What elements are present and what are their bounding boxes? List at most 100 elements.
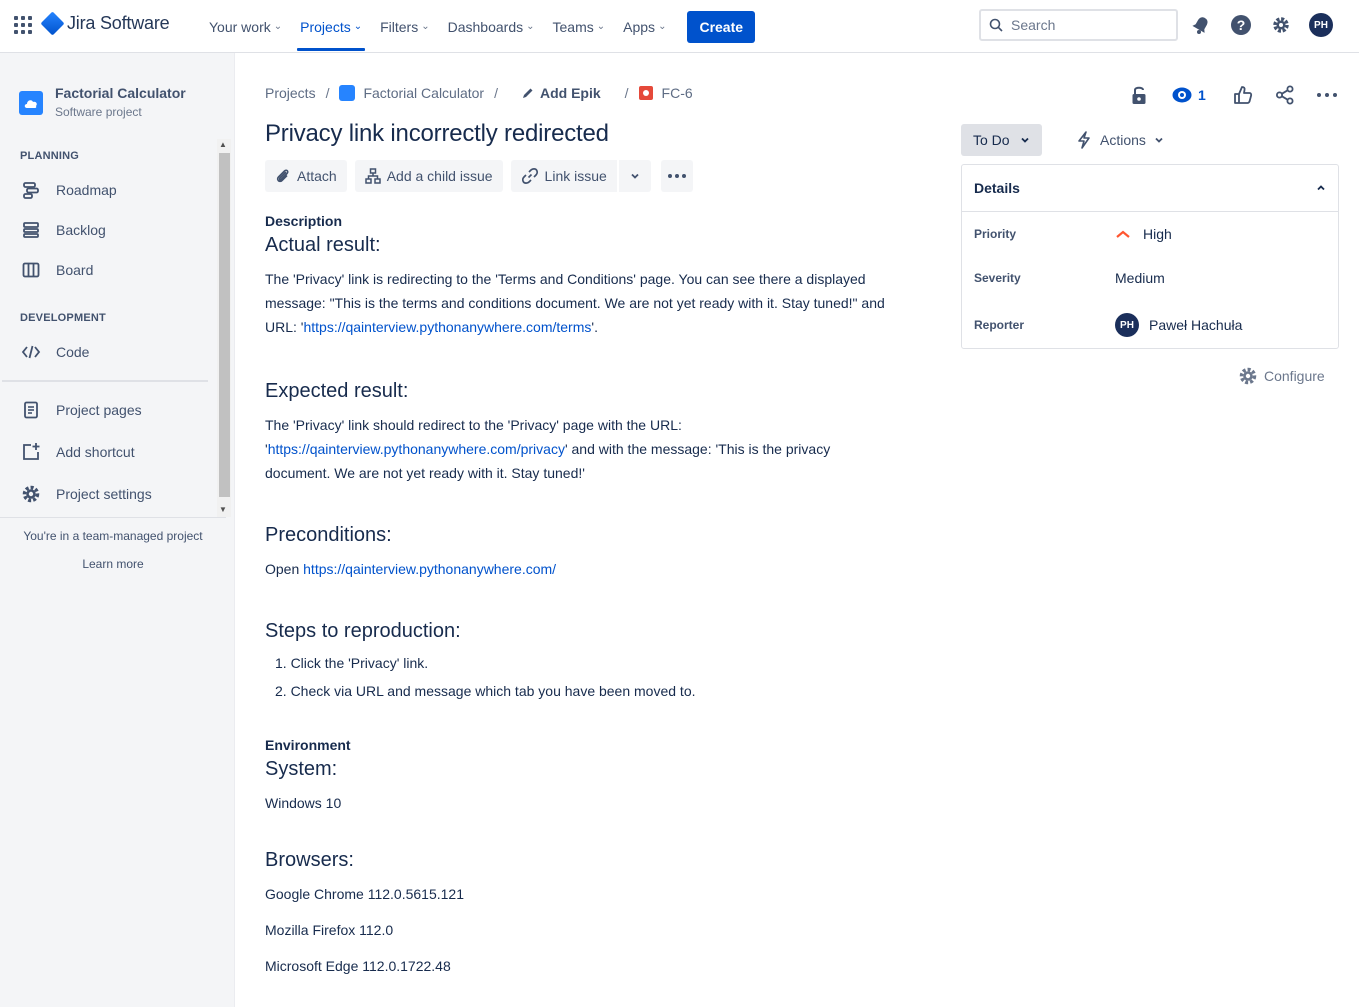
create-button[interactable]: Create: [687, 10, 756, 43]
description-label: Description: [265, 213, 343, 229]
profile-avatar[interactable]: PH: [1308, 12, 1334, 38]
sidebar-item-roadmap[interactable]: Roadmap: [20, 176, 117, 204]
sidebar-item-add-shortcut[interactable]: Add shortcut: [20, 438, 135, 466]
nav-label: Filters: [380, 18, 419, 35]
sidebar-item-label: Project pages: [56, 402, 142, 418]
sidebar-item-code[interactable]: Code: [20, 338, 89, 366]
add-child-issue-button[interactable]: Add a child issue: [354, 160, 503, 192]
add-child-label: Add a child issue: [386, 168, 493, 184]
sidebar-item-project-settings[interactable]: Project settings: [20, 480, 152, 508]
scroll-up-arrow-icon[interactable]: ▲: [219, 140, 227, 149]
configure-button[interactable]: Configure: [1238, 366, 1325, 386]
steps-heading: Steps to reproduction:: [265, 620, 461, 642]
nav-teams[interactable]: Teams ⌄: [544, 0, 615, 53]
nav-dashboards[interactable]: Dashboards ⌄: [439, 0, 544, 53]
sidebar-item-board[interactable]: Board: [20, 256, 93, 284]
breadcrumb-separator: /: [494, 85, 498, 101]
list-item: 1. Click the 'Privacy' link.: [275, 655, 429, 671]
link-issue-dropdown[interactable]: [618, 160, 651, 192]
link-icon: [521, 168, 538, 184]
chevron-down-icon: [1155, 137, 1163, 143]
sidebar-scrollbar-thumb[interactable]: [219, 153, 230, 497]
environment-section[interactable]: Environment System: Windows 10 Browsers:…: [265, 737, 885, 978]
sidebar-item-backlog[interactable]: Backlog: [20, 216, 106, 244]
link-issue-label: Link issue: [544, 168, 607, 184]
severity-row[interactable]: Severity Medium: [974, 270, 1165, 286]
list-item: Mozilla Firefox 112.0: [265, 922, 394, 938]
nav-projects[interactable]: Projects ⌄: [291, 0, 371, 53]
notifications-icon[interactable]: [1188, 12, 1214, 38]
jira-logo[interactable]: Jira Software: [40, 11, 170, 36]
issue-action-icons: 1: [1126, 82, 1340, 108]
details-title: Details: [974, 180, 1020, 196]
logo-text: Jira Software: [67, 13, 170, 33]
top-icons: ? PH: [1188, 12, 1334, 38]
lock-icon[interactable]: [1126, 82, 1152, 108]
sidebar-item-label: Code: [56, 344, 90, 360]
lightning-icon: [1078, 131, 1090, 149]
system-heading: System:: [265, 758, 338, 780]
status-dropdown[interactable]: To Do: [961, 124, 1042, 156]
share-icon[interactable]: [1272, 82, 1298, 108]
nav-your-work[interactable]: Your work ⌄: [200, 0, 291, 53]
chevron-down-icon: ⌄: [596, 21, 606, 32]
learn-more-link[interactable]: Learn more: [0, 557, 226, 571]
gear-icon: [1239, 367, 1257, 385]
breadcrumb-issue-key[interactable]: FC-6: [662, 85, 693, 101]
more-dots-icon[interactable]: [1314, 82, 1340, 108]
nav-label: Teams: [552, 18, 594, 35]
code-icon: [20, 341, 42, 363]
help-icon[interactable]: ?: [1228, 12, 1254, 38]
description-section[interactable]: Description Actual result: The 'Privacy'…: [265, 213, 885, 339]
terms-link[interactable]: https://qainterview.pythonanywhere.com/t…: [303, 319, 591, 335]
search-box[interactable]: [979, 9, 1178, 41]
add-shortcut-icon: [20, 441, 42, 463]
add-epic-button[interactable]: Add Epik: [522, 85, 601, 101]
actions-dropdown[interactable]: Actions: [1070, 124, 1170, 156]
sidebar-item-project-pages[interactable]: Project pages: [20, 396, 142, 424]
link-issue-button[interactable]: Link issue: [510, 160, 617, 192]
breadcrumb-separator: /: [624, 85, 629, 101]
priority-row[interactable]: Priority High: [974, 226, 1172, 242]
actions-label: Actions: [1100, 132, 1146, 148]
reporter-avatar: PH: [1115, 313, 1139, 337]
scroll-down-arrow-icon[interactable]: ▼: [219, 505, 227, 514]
priority-high-icon: [1116, 230, 1130, 238]
settings-gear-icon[interactable]: [1268, 12, 1294, 38]
nav-apps[interactable]: Apps ⌄: [614, 0, 675, 53]
app-switcher-icon[interactable]: [14, 16, 32, 34]
gear-icon: [20, 483, 42, 505]
more-actions-button[interactable]: [660, 160, 693, 192]
watch-button[interactable]: 1: [1172, 87, 1206, 103]
privacy-link[interactable]: https://qainterview.pythonanywhere.com/p…: [268, 441, 565, 457]
steps-section: Steps to reproduction: 1. Click the 'Pri…: [265, 620, 885, 705]
text-segment: '.: [591, 319, 598, 335]
nav-filters[interactable]: Filters ⌄: [371, 0, 439, 53]
breadcrumb: Projects / Factorial Calculator / Add Ep…: [265, 85, 693, 101]
eye-icon: [1172, 87, 1192, 103]
list-item: Microsoft Edge 112.0.1722.48: [265, 958, 451, 974]
breadcrumb-project[interactable]: Factorial Calculator: [363, 85, 484, 101]
preconditions-section: Preconditions: Open https://qainterview.…: [265, 524, 885, 581]
thumbs-up-icon[interactable]: [1230, 82, 1256, 108]
sidebar-divider: [2, 380, 208, 382]
details-header[interactable]: Details: [962, 165, 1338, 212]
jira-diamond-icon: [40, 11, 65, 36]
nav-label: Apps: [623, 18, 656, 35]
attach-button[interactable]: Attach: [265, 160, 347, 192]
chevron-down-icon: [1020, 137, 1029, 143]
project-header[interactable]: Factorial Calculator Software project: [19, 85, 186, 119]
homepage-link[interactable]: https://qainterview.pythonanywhere.com/: [303, 561, 556, 577]
issue-title[interactable]: Privacy link incorrectly redirected: [265, 120, 609, 148]
reporter-label: Reporter: [974, 318, 1025, 332]
chevron-down-icon: ⌄: [353, 21, 363, 32]
hierarchy-icon: [364, 168, 381, 184]
reporter-row[interactable]: Reporter PH Paweł Hachuła: [974, 313, 1242, 337]
project-type: Software project: [55, 105, 142, 119]
severity-value: Medium: [1115, 270, 1165, 286]
breadcrumb-projects[interactable]: Projects: [265, 85, 316, 101]
search-input[interactable]: [1011, 17, 1161, 33]
list-item: Google Chrome 112.0.5615.121: [265, 886, 464, 902]
nav-label: Dashboards: [447, 18, 524, 35]
severity-label: Severity: [974, 271, 1021, 285]
